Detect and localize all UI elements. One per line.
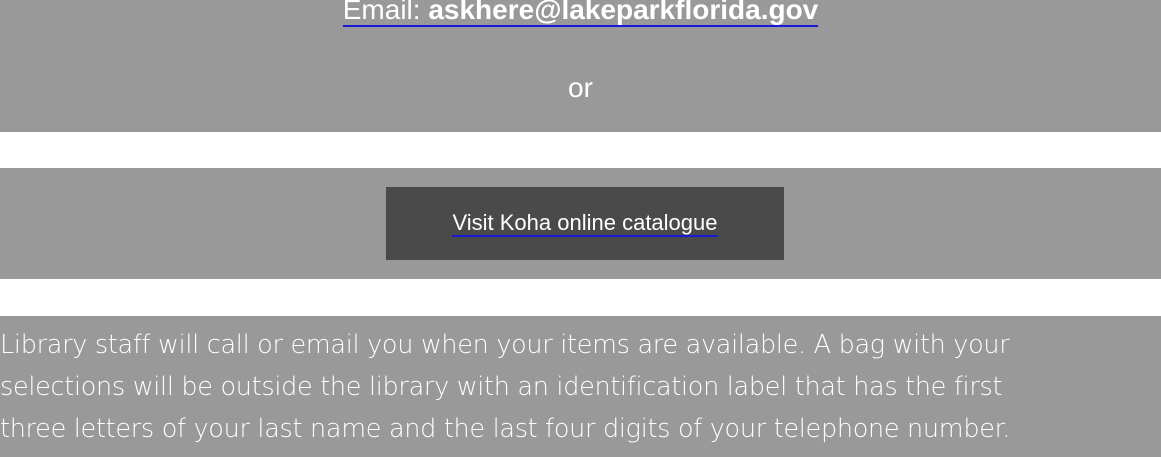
pickup-info-line: Library staff will call or email you whe… [0, 330, 1010, 360]
email-link[interactable]: Email: askhere@lakeparkflorida.gov [342, 0, 819, 27]
pickup-info-line: selections will be outside the library w… [0, 372, 1003, 402]
koha-catalogue-button-label: Visit Koha online catalogue [452, 209, 718, 237]
koha-catalogue-button[interactable]: Visit Koha online catalogue [386, 187, 784, 260]
email-address: askhere@lakeparkflorida.gov [428, 0, 819, 25]
contact-section: Email: askhere@lakeparkflorida.gov or [0, 0, 1161, 132]
pickup-info-line: three letters of your last name and the … [0, 414, 1011, 444]
email-line: Email: askhere@lakeparkflorida.gov [0, 0, 1161, 28]
pickup-info-section: Library staff will call or email you whe… [0, 316, 1161, 457]
email-prefix: Email: [342, 0, 429, 25]
catalogue-section: Visit Koha online catalogue [0, 168, 1161, 279]
pickup-info-text: Library staff will call or email you whe… [0, 324, 1161, 450]
or-separator: or [568, 72, 593, 103]
